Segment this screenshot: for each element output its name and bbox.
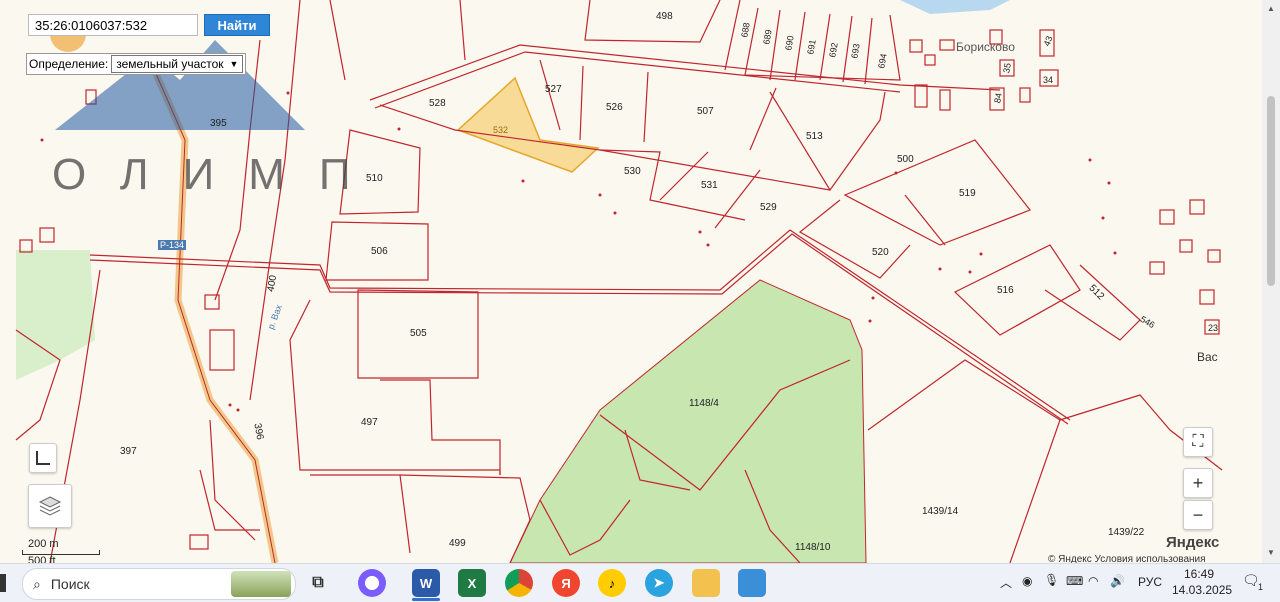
definition-value: земельный участок [116,57,224,71]
parcel-label[interactable]: 692 [827,42,839,59]
parcel-label[interactable]: 512 [1087,283,1107,303]
scroll-thumb[interactable] [1267,96,1275,286]
zoom-in-button[interactable]: + [1183,468,1213,498]
parcel-label[interactable]: 506 [371,246,388,257]
start-icon[interactable] [0,574,6,592]
definition-label: Определение: [29,57,109,71]
taskbar-search[interactable]: ⌕ Поиск [22,568,296,600]
search-icon: ⌕ [33,575,41,592]
parcel-label[interactable]: 23 [1208,323,1218,333]
parcel-label[interactable]: 400 [265,274,279,292]
layers-icon [38,496,62,516]
parcel-label[interactable]: 689 [761,29,773,46]
parcel-label[interactable]: 396 [251,422,265,440]
chevron-up-icon[interactable]: ︿ [1000,574,1012,591]
yandex-logo: Яндекс [1166,534,1220,551]
microphone-icon[interactable]: 🎙 [1044,573,1059,587]
parcel-label[interactable]: 510 [366,173,383,184]
word-icon[interactable]: W [412,569,440,597]
parcel-label[interactable]: 694 [876,53,888,70]
parcel-label[interactable]: 43 [1042,35,1055,48]
scale-metric: 200 m [28,538,59,550]
parcel-label[interactable]: 505 [410,328,427,339]
photos-icon[interactable] [738,569,766,597]
parcel-label[interactable]: 84 [992,92,1004,104]
language-indicator[interactable]: РУС [1138,575,1162,589]
scroll-down-icon[interactable]: ▼ [1267,548,1275,557]
cadastral-number-input[interactable] [28,14,198,36]
parcel-label[interactable]: 507 [697,106,714,117]
wifi-icon[interactable]: ◠ [1088,574,1098,588]
parcel-label[interactable]: 527 [545,84,562,95]
scale-imperial: 500 ft [28,555,56,563]
parcel-label[interactable]: 530 [624,166,641,177]
ruler-icon [36,451,50,465]
volume-icon[interactable]: 🔊 [1110,574,1125,588]
excel-icon[interactable]: X [458,569,486,597]
chrome-icon[interactable] [505,569,533,597]
parcel-label[interactable]: 532 [493,125,508,135]
search-highlight-image [231,571,291,597]
parcel-label[interactable]: 529 [760,202,777,213]
highway-badge: Р-134 [158,240,187,250]
clock-time[interactable]: 16:49 [1184,567,1214,581]
notification-count: 1 [1258,582,1264,592]
parcel-label[interactable]: 693 [849,43,861,60]
parcel-label[interactable]: 397 [120,446,137,457]
parcel-label[interactable]: 526 [606,102,623,113]
yandex-browser-icon[interactable]: Я [552,569,580,597]
yandex-music-icon[interactable]: ♪ [598,569,626,597]
parcel-label[interactable]: 1439/14 [922,506,958,517]
parcel-label[interactable]: 497 [361,417,378,428]
parcel-label[interactable]: 35 [1001,62,1013,74]
task-view-icon[interactable]: ⧉ [304,569,332,597]
parcel-label[interactable]: 688 [739,22,751,39]
telegram-icon[interactable]: ➤ [645,569,673,597]
definition-dropdown[interactable]: земельный участок ▼ [111,55,244,73]
fullscreen-icon: ⛶ [1192,433,1204,450]
cadastral-search: Найти [28,14,276,38]
parcel-label[interactable]: 546 [1139,314,1157,330]
taskbar-search-placeholder: Поиск [50,576,90,592]
system-tray: ︿ ◉ 🎙 ⌨ ◠ 🔊 РУС 16:49 14.03.2025 🗨 1 [996,564,1280,602]
parcel-label[interactable]: 1148/4 [689,398,719,409]
parcel-label[interactable]: 520 [872,247,889,258]
parcel-label[interactable]: 519 [959,188,976,199]
cadastral-map[interactable]: ОЛИМП 498 688 689 690 691 692 693 694 39… [0,0,1280,563]
keyboard-icon[interactable]: ⌨ [1066,574,1083,588]
parcel-label[interactable]: 500 [897,154,914,165]
parcel-label[interactable]: 691 [805,39,817,56]
river-label: р. Вах [265,303,284,331]
parcel-label[interactable]: 516 [997,285,1014,296]
parcel-label[interactable]: 690 [783,35,795,52]
camera-icon[interactable]: ◉ [1022,574,1032,588]
vertical-scrollbar[interactable]: ▲ ▼ [1262,0,1280,563]
village-label: Борисково [956,40,1015,54]
parcel-label[interactable]: 513 [806,131,823,142]
parcel-label[interactable]: 498 [656,11,673,22]
fullscreen-button[interactable]: ⛶ [1183,427,1213,457]
scroll-up-icon[interactable]: ▲ [1267,4,1275,13]
file-explorer-icon[interactable] [692,569,720,597]
layers-button[interactable] [28,484,72,528]
alice-icon[interactable] [358,569,386,597]
parcel-label[interactable]: 528 [429,98,446,109]
chevron-down-icon: ▼ [229,59,239,69]
map-attribution[interactable]: © Яндекс Условия использования [1048,554,1206,563]
ruler-button[interactable] [29,443,57,473]
windows-taskbar: ⌕ Поиск ⧉ W X Я ♪ ➤ ︿ ◉ 🎙 ⌨ ◠ 🔊 РУС 16:4… [0,563,1280,602]
definition-selector: Определение: земельный участок ▼ [26,53,247,75]
clock-date[interactable]: 14.03.2025 [1172,583,1232,597]
find-button[interactable]: Найти [204,14,270,36]
parcel-label[interactable]: 499 [449,538,466,549]
parcel-label[interactable]: 1439/22 [1108,527,1144,538]
parcel-label[interactable]: 531 [701,180,718,191]
zoom-out-button[interactable]: − [1183,500,1213,530]
edge-place-label: Вас [1197,350,1218,364]
parcel-label[interactable]: 1148/10 [795,542,830,553]
scale-bar: 200 m 500 ft [22,538,100,563]
parcel-label[interactable]: 34 [1043,75,1053,85]
parcel-labels: 498 688 689 690 691 692 693 694 395 528 … [0,0,1280,563]
parcel-label[interactable]: 395 [210,118,227,129]
